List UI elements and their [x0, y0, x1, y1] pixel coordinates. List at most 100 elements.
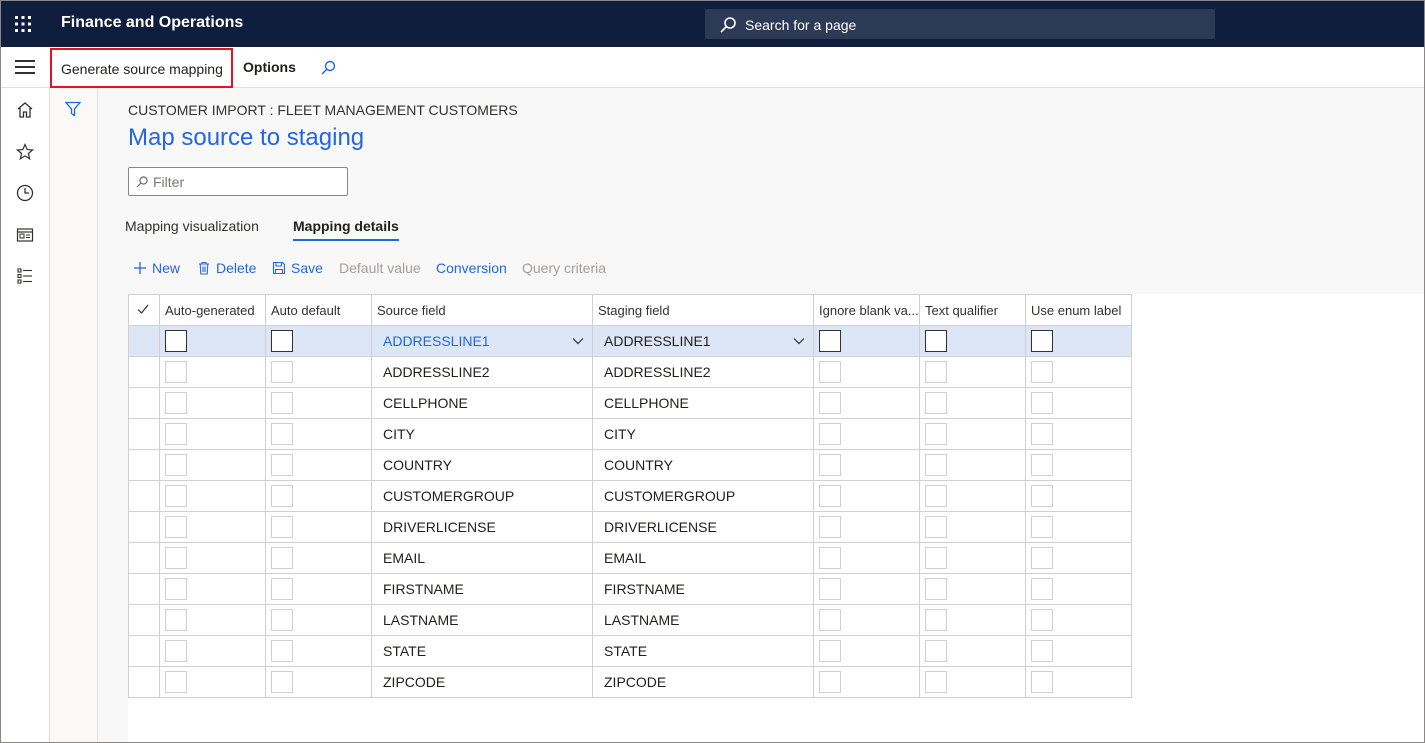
text-qualifier-checkbox[interactable] [925, 547, 947, 569]
recent-clock-icon[interactable] [15, 183, 35, 203]
auto-default-checkbox[interactable] [271, 609, 293, 631]
table-row[interactable]: FIRSTNAME FIRSTNAME [128, 573, 1132, 605]
header-auto-generated[interactable]: Auto-generated [159, 294, 266, 326]
auto-default-checkbox[interactable] [271, 392, 293, 414]
use-enum-label-checkbox[interactable] [1031, 671, 1053, 693]
use-enum-label-checkbox[interactable] [1031, 578, 1053, 600]
staging-field-cell[interactable]: STATE [592, 635, 814, 667]
ignore-blank-checkbox[interactable] [819, 485, 841, 507]
home-icon[interactable] [15, 100, 35, 120]
auto-generated-checkbox[interactable] [165, 361, 187, 383]
source-field-cell[interactable]: COUNTRY [371, 449, 593, 481]
chevron-down-icon[interactable] [572, 337, 584, 345]
ignore-blank-checkbox[interactable] [819, 578, 841, 600]
source-field-cell[interactable]: ZIPCODE [371, 666, 593, 698]
ignore-blank-checkbox[interactable] [819, 547, 841, 569]
table-row[interactable]: LASTNAME LASTNAME [128, 604, 1132, 636]
ignore-blank-checkbox[interactable] [819, 516, 841, 538]
staging-field-cell[interactable]: LASTNAME [592, 604, 814, 636]
table-row[interactable]: STATE STATE [128, 635, 1132, 667]
table-row[interactable]: CELLPHONE CELLPHONE [128, 387, 1132, 419]
table-row[interactable]: CUSTOMERGROUP CUSTOMERGROUP [128, 480, 1132, 512]
row-selector[interactable] [128, 604, 160, 636]
source-field-cell[interactable]: EMAIL [371, 542, 593, 574]
auto-generated-checkbox[interactable] [165, 578, 187, 600]
text-qualifier-checkbox[interactable] [925, 392, 947, 414]
table-row[interactable]: COUNTRY COUNTRY [128, 449, 1132, 481]
row-selector[interactable] [128, 511, 160, 543]
delete-button[interactable]: Delete [197, 260, 256, 276]
tab-mapping-visualization[interactable]: Mapping visualization [125, 218, 259, 234]
source-field-cell[interactable]: FIRSTNAME [371, 573, 593, 605]
table-row[interactable]: EMAIL EMAIL [128, 542, 1132, 574]
filter-funnel-icon[interactable] [64, 100, 82, 118]
auto-generated-checkbox[interactable] [165, 454, 187, 476]
text-qualifier-checkbox[interactable] [925, 671, 947, 693]
text-qualifier-checkbox[interactable] [925, 454, 947, 476]
staging-field-cell[interactable]: CITY [592, 418, 814, 450]
ignore-blank-checkbox[interactable] [819, 423, 841, 445]
tab-mapping-details[interactable]: Mapping details [293, 218, 399, 241]
use-enum-label-checkbox[interactable] [1031, 485, 1053, 507]
text-qualifier-checkbox[interactable] [925, 516, 947, 538]
star-icon[interactable] [15, 142, 35, 162]
row-selector[interactable] [128, 387, 160, 419]
auto-generated-checkbox[interactable] [165, 392, 187, 414]
text-qualifier-checkbox[interactable] [925, 485, 947, 507]
text-qualifier-checkbox[interactable] [925, 330, 947, 352]
source-field-cell[interactable]: LASTNAME [371, 604, 593, 636]
auto-generated-checkbox[interactable] [165, 609, 187, 631]
auto-default-checkbox[interactable] [271, 671, 293, 693]
table-row[interactable]: ADDRESSLINE2 ADDRESSLINE2 [128, 356, 1132, 388]
workspaces-icon[interactable] [15, 225, 35, 245]
table-row[interactable]: CITY CITY [128, 418, 1132, 450]
header-staging-field[interactable]: Staging field [592, 294, 814, 326]
action-search-icon[interactable] [319, 59, 337, 77]
auto-default-checkbox[interactable] [271, 547, 293, 569]
row-selector[interactable] [128, 542, 160, 574]
chevron-down-icon[interactable] [793, 337, 805, 345]
auto-generated-checkbox[interactable] [165, 640, 187, 662]
use-enum-label-checkbox[interactable] [1031, 547, 1053, 569]
staging-field-cell[interactable]: ADDRESSLINE1 [592, 325, 814, 357]
filter-field[interactable] [128, 167, 348, 196]
auto-generated-checkbox[interactable] [165, 423, 187, 445]
generate-source-mapping-button[interactable]: Generate source mapping [50, 48, 233, 88]
ignore-blank-checkbox[interactable] [819, 392, 841, 414]
modules-list-icon[interactable] [15, 266, 35, 286]
row-selector[interactable] [128, 480, 160, 512]
ignore-blank-checkbox[interactable] [819, 671, 841, 693]
row-selector[interactable] [128, 635, 160, 667]
row-selector[interactable] [128, 573, 160, 605]
staging-field-cell[interactable]: EMAIL [592, 542, 814, 574]
header-source-field[interactable]: Source field [371, 294, 593, 326]
source-field-cell[interactable]: ADDRESSLINE1 [371, 325, 593, 357]
staging-field-cell[interactable]: COUNTRY [592, 449, 814, 481]
auto-generated-checkbox[interactable] [165, 516, 187, 538]
row-selector[interactable] [128, 325, 160, 357]
auto-generated-checkbox[interactable] [165, 485, 187, 507]
row-selector[interactable] [128, 418, 160, 450]
use-enum-label-checkbox[interactable] [1031, 330, 1053, 352]
header-auto-default[interactable]: Auto default [265, 294, 372, 326]
auto-default-checkbox[interactable] [271, 454, 293, 476]
use-enum-label-checkbox[interactable] [1031, 640, 1053, 662]
source-field-cell[interactable]: ADDRESSLINE2 [371, 356, 593, 388]
use-enum-label-checkbox[interactable] [1031, 454, 1053, 476]
table-row[interactable]: ZIPCODE ZIPCODE [128, 666, 1132, 698]
auto-generated-checkbox[interactable] [165, 330, 187, 352]
ignore-blank-checkbox[interactable] [819, 609, 841, 631]
auto-default-checkbox[interactable] [271, 640, 293, 662]
auto-default-checkbox[interactable] [271, 578, 293, 600]
staging-field-cell[interactable]: CUSTOMERGROUP [592, 480, 814, 512]
staging-field-cell[interactable]: ADDRESSLINE2 [592, 356, 814, 388]
source-field-cell[interactable]: CITY [371, 418, 593, 450]
source-field-cell[interactable]: CUSTOMERGROUP [371, 480, 593, 512]
auto-default-checkbox[interactable] [271, 485, 293, 507]
app-launcher-icon[interactable] [13, 14, 33, 34]
staging-field-cell[interactable]: DRIVERLICENSE [592, 511, 814, 543]
staging-field-cell[interactable]: FIRSTNAME [592, 573, 814, 605]
save-button[interactable]: Save [272, 260, 323, 276]
ignore-blank-checkbox[interactable] [819, 330, 841, 352]
header-ignore-blank[interactable]: Ignore blank va... [813, 294, 920, 326]
